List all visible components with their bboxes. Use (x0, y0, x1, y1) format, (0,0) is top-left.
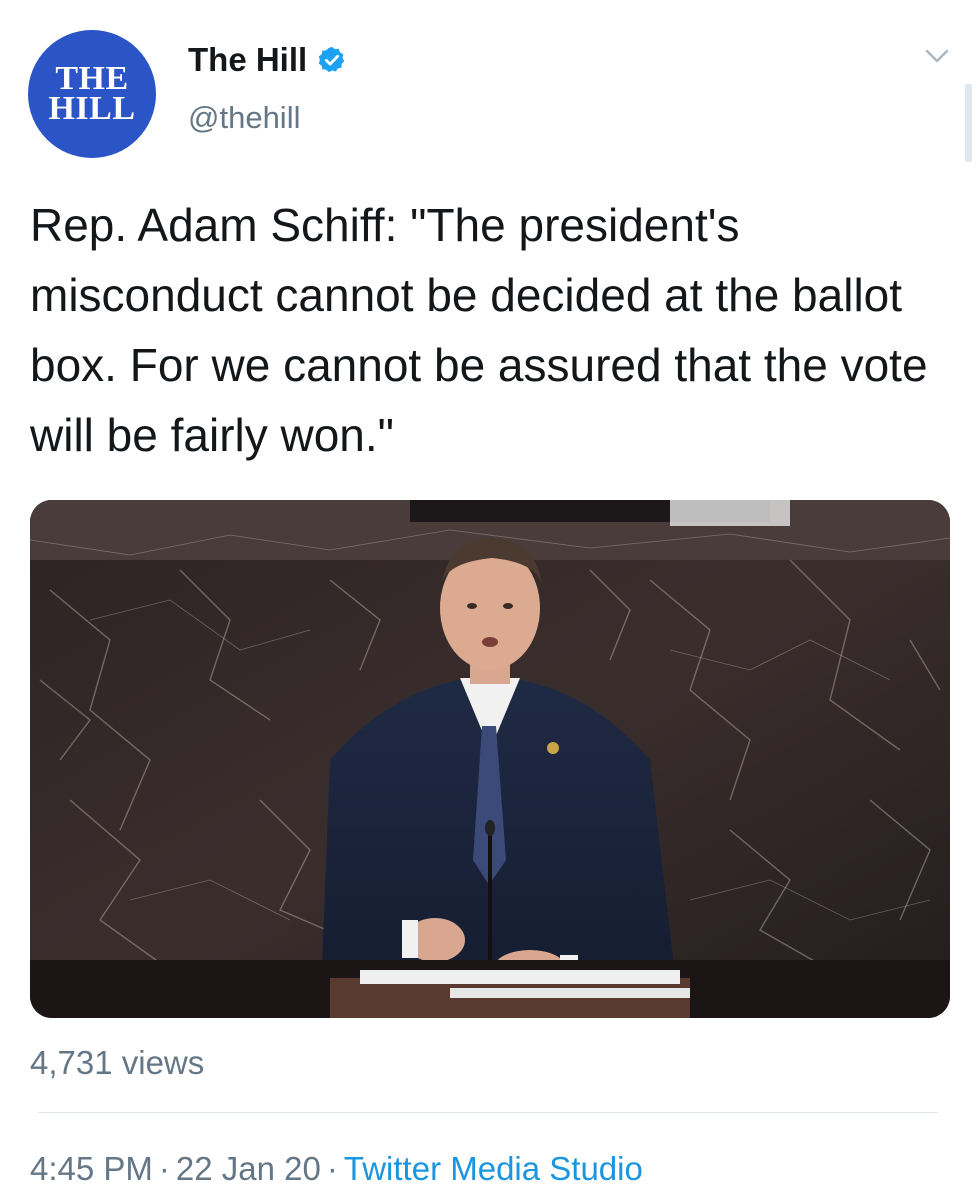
tweet-source-link[interactable]: Twitter Media Studio (344, 1150, 643, 1187)
avatar-logo-line-2: HILL (48, 90, 136, 127)
avatar[interactable]: THE HILL (28, 30, 156, 158)
meta-separator-1: · (158, 1150, 170, 1187)
handle[interactable]: @thehill (188, 100, 300, 136)
author-name-row[interactable]: The Hill (188, 38, 347, 82)
video-frame (30, 500, 950, 1018)
view-count: 4,731 views (30, 1044, 205, 1081)
meta-separator-2: · (326, 1150, 338, 1187)
display-name[interactable]: The Hill (188, 41, 307, 79)
scrollbar[interactable] (965, 84, 972, 162)
tweet-meta: 4:45 PM · 22 Jan 20 · Twitter Media Studio (30, 1150, 643, 1188)
tweet-text: Rep. Adam Schiff: "The president's misco… (30, 199, 928, 461)
tweet-time[interactable]: 4:45 PM (30, 1150, 153, 1187)
divider (38, 1112, 938, 1113)
verified-badge-icon (318, 46, 345, 73)
tweet-card: THE HILL The Hill @thehill Rep. Adam Sch… (0, 0, 979, 1200)
video-player[interactable] (30, 500, 950, 1018)
tweet-date[interactable]: 22 Jan 20 (176, 1150, 321, 1187)
chevron-down-icon[interactable] (925, 48, 949, 64)
